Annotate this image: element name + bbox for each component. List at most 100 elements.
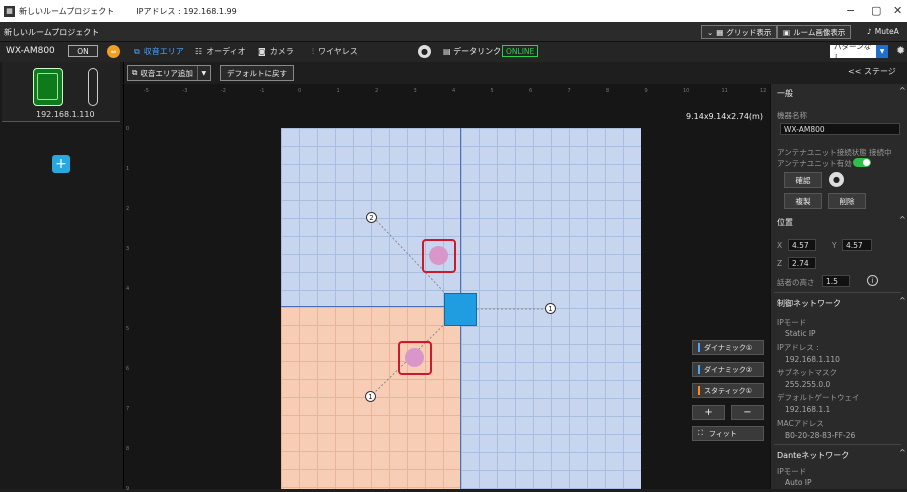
datalink-button[interactable]: ▤ データリンク [443, 46, 501, 57]
tab-pickup-area[interactable]: ⧉ 収音エリア [134, 46, 184, 57]
close-button[interactable]: ✕ [893, 4, 902, 17]
beam-number-1-bottom: 1 [365, 391, 376, 402]
reset-default-button[interactable]: デフォルトに戻す [220, 65, 294, 81]
chevron-up-icon[interactable]: ^ [899, 86, 906, 95]
ip-address-value: 192.168.1.110 [785, 355, 840, 364]
dante-ip-mode-label: IPモード [777, 467, 807, 476]
ruler-tick-top: 6 [529, 88, 533, 94]
ruler-tick-top: -2 [221, 88, 226, 94]
y-label: Y [832, 241, 837, 250]
stage-toggle[interactable]: << ステージ [848, 66, 896, 77]
talker-dot [405, 348, 424, 367]
ruler-tick-top: 7 [567, 88, 571, 94]
speaker-height-field[interactable]: 1.5 [822, 275, 850, 287]
subnet-label: サブネットマスク [777, 368, 837, 377]
z-label: Z [777, 259, 783, 268]
static-1-label: スタティック① [704, 386, 752, 395]
ruler-tick-top: 9 [644, 88, 648, 94]
chevron-up-icon[interactable]: ^ [899, 448, 906, 457]
online-status: ONLINE [502, 45, 539, 57]
ip-mode-label: IPモード [777, 318, 807, 327]
wireless-icon: ⫶ [312, 46, 314, 56]
grid-icon: ▦ [716, 27, 724, 37]
ruler-tick-left: 2 [126, 206, 130, 212]
beam-number-2: 2 [366, 212, 377, 223]
ruler-tick-left: 1 [126, 166, 130, 172]
delete-button[interactable]: 削除 [828, 193, 866, 209]
gear-icon[interactable]: ✹ [896, 44, 905, 57]
static-1-button[interactable]: スタティック① [692, 383, 764, 398]
camera-icon: ◙ [258, 47, 266, 56]
chevron-down-icon[interactable]: ▼ [196, 66, 210, 80]
tab-audio-label: オーディオ [206, 47, 246, 56]
ruler-tick-top: -1 [259, 88, 265, 94]
window-title: 新しいルームプロジェクト [19, 6, 115, 16]
ruler-tick-left: 0 [126, 126, 130, 132]
mac-label: MACアドレス [777, 419, 824, 428]
talker-target-2[interactable] [422, 239, 456, 273]
device-name-field[interactable]: WX-AM800 [780, 123, 900, 135]
chevron-up-icon[interactable]: ^ [899, 296, 906, 305]
window-titlebar: ▦ 新しいルームプロジェクト IPアドレス : 192.168.1.99 − ▢… [0, 0, 907, 22]
datalink-label: データリンク [453, 47, 502, 56]
divider [774, 444, 901, 445]
section-dante-network: Danteネットワーク [777, 451, 850, 460]
device-name: WX-AM800 [6, 46, 55, 56]
tab-camera[interactable]: ◙ カメラ [258, 46, 294, 57]
tab-wireless[interactable]: ⫶ ワイヤレス [312, 46, 358, 57]
x-field[interactable]: 4.57 [788, 239, 816, 251]
chevron-up-icon[interactable]: ^ [899, 215, 906, 224]
antenna-enabled-label: アンテナユニット有効 [777, 159, 852, 168]
ruler-top: -5 -3 -2 -1 0 1 2 3 4 5 6 7 8 9 10 11 12 [136, 88, 770, 96]
ruler-tick-top: 11 [721, 88, 728, 94]
gateway-value: 192.168.1.1 [785, 405, 831, 414]
y-field[interactable]: 4.57 [842, 239, 872, 251]
datalink-icon: ▤ [443, 47, 451, 56]
device-status-badge[interactable]: ON [68, 45, 98, 57]
gateway-label: デフォルトゲートウェイ [777, 393, 860, 402]
mic-array-device[interactable] [444, 293, 477, 326]
antenna-enabled-toggle[interactable] [853, 158, 871, 167]
chevron-down-icon: ⌄ [707, 27, 714, 37]
tab-audio[interactable]: ☷ オーディオ [195, 46, 246, 57]
link-icon[interactable]: ⇔ [107, 45, 120, 58]
ruler-tick-top: 8 [606, 88, 610, 94]
dynamic-2-button[interactable]: ダイナミック② [692, 362, 764, 377]
chevron-down-icon: ▼ [876, 45, 888, 58]
zoom-out-button[interactable]: − [731, 405, 764, 420]
device-ip: 192.168.1.110 [36, 110, 95, 119]
x-label: X [777, 241, 783, 250]
ruler-tick-left: 9 [126, 486, 130, 492]
dynamic-2-label: ダイナミック② [704, 365, 753, 374]
fit-label: フィット [708, 429, 737, 438]
mute-label: MuteA [874, 27, 899, 36]
fit-button[interactable]: ⛶ フィット [692, 426, 764, 441]
minimize-button[interactable]: − [846, 4, 855, 17]
mute-icon: ♪ [867, 27, 872, 36]
ruler-tick-top: 1 [336, 88, 340, 94]
section-control-network: 制御ネットワーク [777, 299, 841, 308]
duplicate-button[interactable]: 複製 [784, 193, 822, 209]
section-position: 位置 [777, 218, 793, 227]
room-image-button[interactable]: ▣ ルーム画像表示 [777, 25, 852, 39]
pattern-select[interactable]: パターンなし ▼ [830, 42, 888, 62]
microphone-icon[interactable]: ● [829, 172, 844, 187]
zoom-in-button[interactable]: + [692, 405, 725, 420]
ruler-tick-top: -5 [144, 88, 149, 94]
z-field[interactable]: 2.74 [788, 257, 816, 269]
info-icon[interactable]: i [867, 275, 878, 286]
dynamic-2-color [698, 365, 700, 374]
add-device-button[interactable]: + [52, 155, 70, 173]
maximize-button[interactable]: ▢ [871, 4, 881, 17]
talker-dot [429, 246, 448, 265]
dynamic-1-button[interactable]: ダイナミック① [692, 340, 764, 355]
mute-all-button[interactable]: ♪ MuteA [867, 27, 899, 36]
project-bar: 新しいルームプロジェクト ⌄ ▦ グリッド表示 ▣ ルーム画像表示 ♪ Mute… [0, 22, 907, 42]
microphone-icon[interactable]: ● [418, 45, 431, 58]
confirm-button[interactable]: 確認 [784, 172, 822, 188]
divider [774, 292, 901, 293]
add-area-button[interactable]: ⧉ 収音エリア追加 ▼ [127, 65, 211, 81]
grid-toggle-button[interactable]: ⌄ ▦ グリッド表示 [701, 25, 778, 39]
room-image-label: ルーム画像表示 [793, 27, 846, 37]
talker-target-1[interactable] [398, 341, 432, 375]
